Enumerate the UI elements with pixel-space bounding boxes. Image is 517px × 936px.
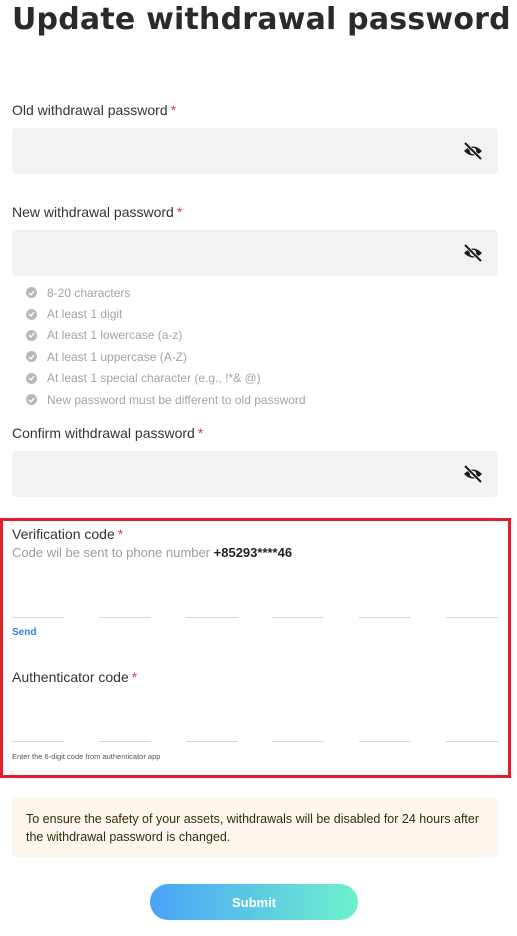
verification-digit-input[interactable]: [98, 615, 151, 618]
authenticator-digit-input[interactable]: [98, 739, 151, 742]
verification-code-label-text: Verification code: [12, 526, 115, 542]
new-password-label: New withdrawal password *: [12, 204, 182, 220]
new-password-label-text: New withdrawal password: [12, 204, 174, 220]
password-rules-list: 8-20 characters At least 1 digit At leas…: [26, 282, 306, 410]
authenticator-digit-input[interactable]: [185, 739, 238, 742]
password-rule: At least 1 digit: [26, 303, 306, 324]
required-mark: *: [197, 425, 204, 441]
required-mark: *: [176, 204, 183, 220]
password-rule: New password must be different to old pa…: [26, 389, 306, 410]
required-mark: *: [117, 526, 124, 542]
password-rule: At least 1 lowercase (a-z): [26, 325, 306, 346]
eye-off-icon[interactable]: [462, 464, 484, 484]
authenticator-code-label: Authenticator code *: [12, 669, 137, 685]
authenticator-digit-input[interactable]: [445, 739, 498, 742]
authenticator-digit-input[interactable]: [359, 739, 412, 742]
verification-code-label: Verification code *: [12, 526, 123, 542]
send-code-link[interactable]: Send: [12, 627, 36, 638]
password-rule-text: At least 1 digit: [47, 307, 123, 322]
confirm-password-field[interactable]: [12, 451, 498, 497]
password-rule: 8-20 characters: [26, 282, 306, 303]
page-title: Update withdrawal password: [12, 2, 511, 37]
old-password-field[interactable]: [12, 128, 498, 174]
required-mark: *: [170, 102, 177, 118]
eye-off-icon[interactable]: [462, 243, 484, 263]
check-circle-icon: [26, 372, 37, 384]
password-rule-text: At least 1 lowercase (a-z): [47, 328, 183, 343]
password-rule: At least 1 special character (e.g., !*& …: [26, 368, 306, 389]
check-circle-icon: [26, 287, 37, 299]
submit-button[interactable]: Submit: [150, 884, 358, 920]
authenticator-hint: Enter the 6-digit code from authenticato…: [12, 752, 161, 761]
authenticator-digit-input[interactable]: [12, 739, 64, 742]
password-rule-text: At least 1 uppercase (A-Z): [47, 349, 188, 364]
password-rule-text: 8-20 characters: [47, 285, 131, 300]
verification-hint: Code wil be sent to phone number +85293*…: [12, 545, 292, 560]
authenticator-code-inputs: [12, 739, 498, 742]
authenticator-code-label-text: Authenticator code: [12, 669, 129, 685]
phone-number: +85293****46: [213, 545, 293, 560]
check-circle-icon: [26, 394, 37, 406]
verification-code-inputs: [12, 615, 498, 618]
confirm-password-label: Confirm withdrawal password *: [12, 425, 203, 441]
check-circle-icon: [26, 351, 37, 363]
verification-digit-input[interactable]: [445, 615, 498, 618]
verification-hint-text: Code wil be sent to phone number: [12, 545, 211, 560]
password-rule: At least 1 uppercase (A-Z): [26, 346, 306, 367]
new-password-field[interactable]: [12, 230, 498, 276]
required-mark: *: [131, 669, 138, 685]
verification-digit-input[interactable]: [272, 615, 325, 618]
check-circle-icon: [26, 329, 37, 341]
old-password-label-text: Old withdrawal password: [12, 102, 168, 118]
authenticator-digit-input[interactable]: [272, 739, 325, 742]
verification-digit-input[interactable]: [359, 615, 412, 618]
old-password-label: Old withdrawal password *: [12, 102, 176, 118]
password-rule-text: At least 1 special character (e.g., !*& …: [47, 371, 261, 386]
verification-digit-input[interactable]: [12, 615, 64, 618]
eye-off-icon[interactable]: [462, 141, 484, 161]
confirm-password-label-text: Confirm withdrawal password: [12, 425, 195, 441]
safety-notice: To ensure the safety of your assets, wit…: [12, 797, 498, 857]
verification-digit-input[interactable]: [185, 615, 238, 618]
password-rule-text: New password must be different to old pa…: [47, 392, 306, 407]
check-circle-icon: [26, 308, 37, 320]
